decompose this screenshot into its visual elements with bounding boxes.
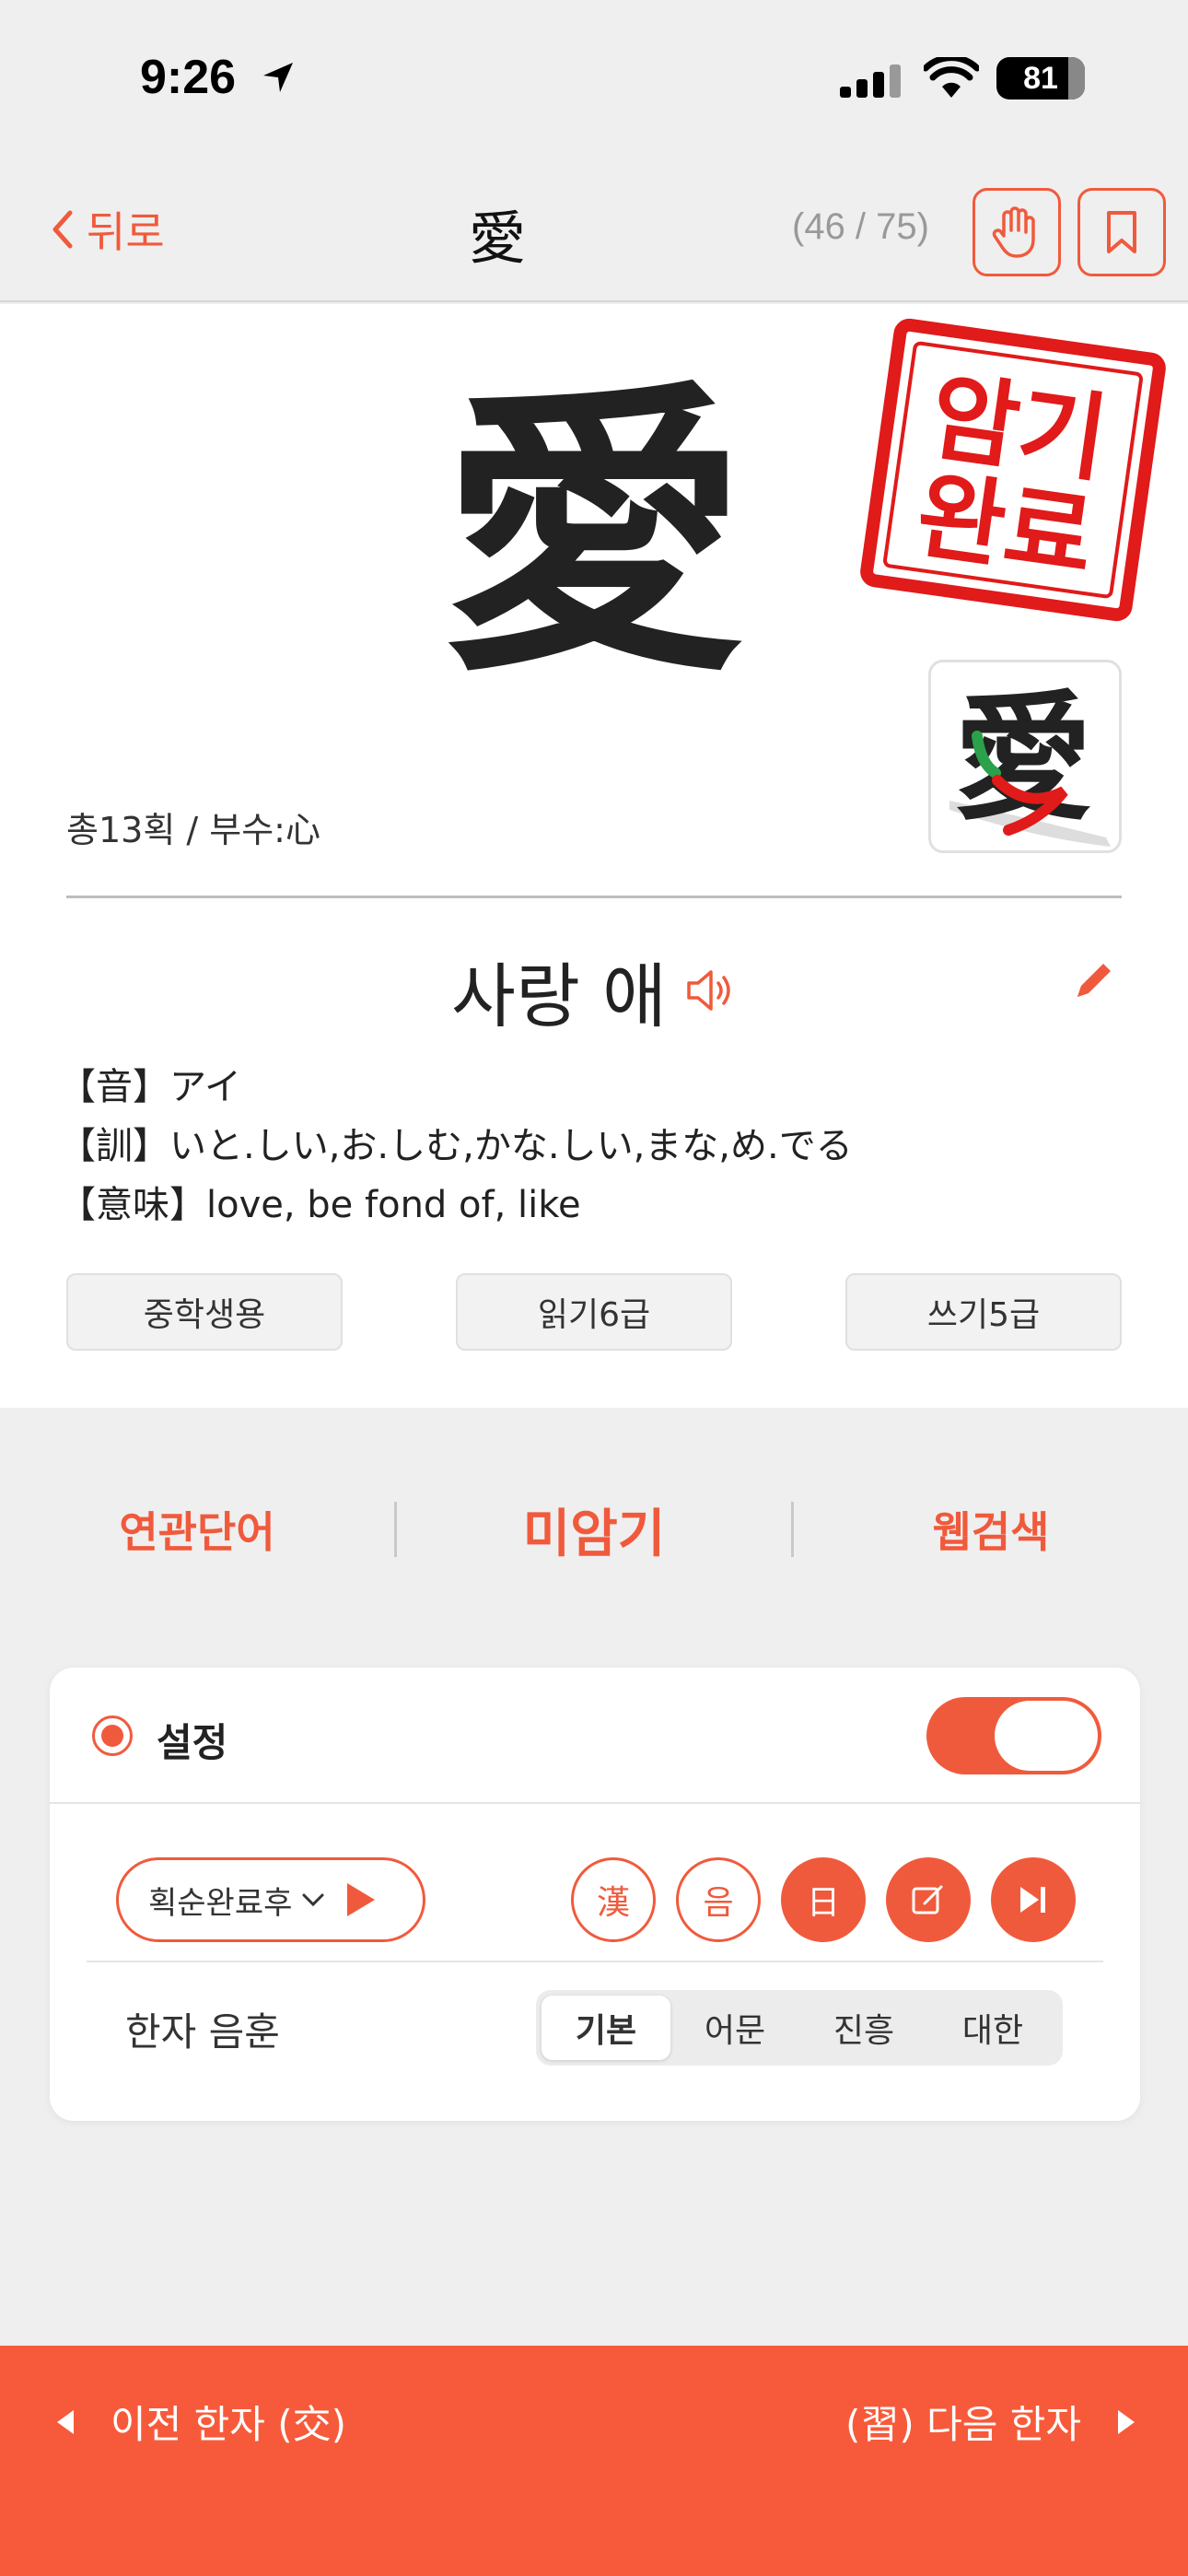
japanese-toggle-button[interactable]: 日 [781,1857,866,1942]
tag-level: 중학생용 [66,1273,343,1351]
edit-pencil-icon[interactable] [1072,958,1116,1002]
kun-reading: 【訓】いと.しい,お.しむ,かな.しい,まな,め.でる [59,1125,853,1167]
hanja-toggle-button[interactable]: 漢 [571,1857,656,1942]
web-search-button[interactable]: 웹검색 [794,1499,1188,1560]
cellular-signal-icon [840,64,901,98]
settings-radio[interactable] [92,1715,133,1756]
meaning-row: 사랑 애 [0,940,1188,1041]
stroke-count: 총13획 / 부수:心 [66,810,320,850]
settings-header: 설정 [50,1668,1140,1804]
unmemorized-button[interactable]: 미암기 [397,1493,791,1567]
next-hanja-button[interactable]: (習) 다음 한자 [845,2394,1136,2450]
segment-jinheung[interactable]: 진흥 [799,1996,928,2060]
speaker-icon[interactable] [685,968,737,1013]
related-words-button[interactable]: 연관단어 [0,1499,394,1560]
settings-panel: 설정 획순완료후 漢 음 日 한자 음훈 기본 어문 진흥 대한 [50,1668,1140,2121]
segment-eomun[interactable]: 어문 [670,1996,799,2060]
memorized-stamp: 암기 완료 [860,318,1166,622]
back-button[interactable]: 뒤로 [52,199,165,260]
bookmark-icon [1107,211,1136,253]
triangle-left-icon [57,2409,74,2434]
edit-note-button[interactable] [886,1857,971,1942]
readings: 【音】アイ 【訓】いと.しい,お.しむ,かな.しい,まな,め.でる 【意味】lo… [59,1058,853,1235]
edit-note-icon [912,1885,943,1914]
skip-next-button[interactable] [991,1857,1076,1942]
next-hanja-label: (習) 다음 한자 [844,2402,1081,2447]
previous-hanja-button[interactable]: 이전 한자 (交) [55,2394,346,2450]
segment-basic[interactable]: 기본 [542,1996,670,2060]
dropdown-value: 획순완료후 [148,1884,293,1922]
progress-counter: (46 / 75) [792,206,929,247]
status-time: 9:26 [140,51,237,104]
hand-button[interactable] [973,188,1061,276]
divider [66,896,1122,898]
segment-daehan[interactable]: 대한 [928,1996,1057,2060]
hanja-card: 愛 암기 완료 愛 총13획 / 부수:心 사랑 애 【音】アイ 【訓】いと.し… [0,304,1188,1408]
action-row: 연관단어 미암기 웹검색 [0,1474,1188,1585]
location-arrow-icon [263,63,293,92]
bookmark-button[interactable] [1077,188,1166,276]
wifi-icon [924,57,979,98]
playback-mode-dropdown[interactable]: 획순완료후 [116,1857,425,1942]
play-icon[interactable] [344,1881,377,1918]
divider [87,1961,1103,1962]
svg-text:愛: 愛 [954,677,1092,839]
sound-toggle-button[interactable]: 음 [676,1857,761,1942]
settings-label: 설정 [157,1720,228,1765]
level-tags: 중학생용 읽기6급 쓰기5급 [66,1273,1122,1351]
navigation-bar: 뒤로 愛 (46 / 75) [0,157,1188,302]
chevron-down-icon [302,1893,324,1907]
triangle-right-icon [1118,2409,1135,2434]
bottom-navigation-bar: 이전 한자 (交) (習) 다음 한자 [0,2346,1188,2576]
page-title: 愛 [468,205,526,272]
hanja-glyph: 愛 [442,355,746,712]
skip-next-icon [1020,1887,1045,1913]
hand-icon [992,206,1035,258]
chevron-left-icon [52,210,73,249]
on-reading: 【音】アイ [59,1066,241,1108]
settings-toggle[interactable] [926,1697,1101,1774]
previous-hanja-label: 이전 한자 (交) [111,2402,347,2447]
stroke-order-thumbnail[interactable]: 愛 [928,660,1122,853]
definition: 【意味】love, be fond of, like [59,1184,581,1226]
battery-indicator: 81 [996,57,1085,100]
meaning-text: 사랑 애 [451,955,667,1037]
back-label: 뒤로 [87,207,165,257]
reading-standard-label: 한자 음훈 [125,2009,280,2055]
status-bar: 9:26 81 [0,0,1188,157]
reading-standard-segmented-control: 기본 어문 진흥 대한 [536,1990,1063,2066]
tag-writing-grade: 쓰기5급 [845,1273,1122,1351]
tag-reading-grade: 읽기6급 [456,1273,732,1351]
